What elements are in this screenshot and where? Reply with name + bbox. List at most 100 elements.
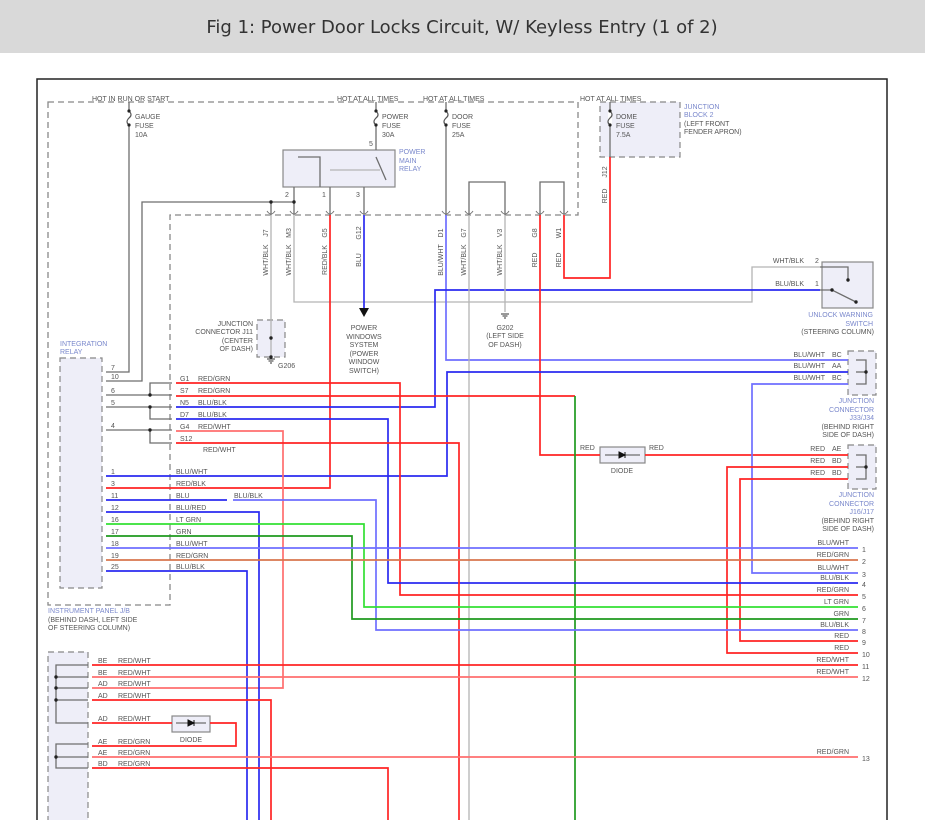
svg-text:SWITCH): SWITCH): [349, 368, 379, 375]
relay-pin-number: 18: [111, 541, 119, 548]
wire-label: RED/GRN: [118, 750, 150, 757]
wire: [106, 382, 172, 396]
svg-text:(BEHIND RIGHT: (BEHIND RIGHT: [822, 518, 875, 525]
wire-label: RED/GRN: [176, 553, 208, 560]
svg-text:JUNCTION: JUNCTION: [839, 492, 874, 499]
hot-all-times-label: HOT AT ALL TIMES: [580, 96, 642, 103]
relay-pin-number: 25: [111, 564, 119, 571]
j16-pin-labels: RED AE RED BD RED BD: [810, 446, 842, 477]
power-main-relay: [282, 149, 396, 188]
svg-text:WINDOW: WINDOW: [349, 359, 380, 366]
relay-pin-number: 1: [111, 469, 115, 476]
wire-label: RED/GRN: [118, 739, 150, 746]
junction-block-2-location: FENDER APRON): [684, 129, 742, 136]
ground-g206-label: G206: [278, 363, 295, 370]
wire-color-label: WHT/BLK: [286, 244, 293, 275]
splice-dot: [269, 355, 273, 359]
output-wire-label: RED: [834, 633, 849, 640]
wire-label: BLU/BLK: [198, 400, 227, 407]
j33-label: JUNCTION CONNECTOR J33/J34 (BEHIND RIGHT…: [822, 398, 875, 439]
fuse-terminal: [608, 109, 612, 113]
power-windows-label: POWER WINDOWS SYSTEM (POWER WINDOW SWITC…: [346, 325, 382, 375]
pin-code: M3: [286, 228, 293, 238]
wire-color-label: WHT/BLK: [461, 244, 468, 275]
junction-block-2: [599, 101, 681, 158]
svg-text:BD: BD: [832, 470, 842, 477]
j16-label: JUNCTION CONNECTOR J16/J17 (BEHIND RIGHT…: [822, 492, 875, 533]
relay-pin-number: 16: [111, 517, 119, 524]
svg-text:CONNECTOR: CONNECTOR: [829, 407, 874, 414]
relay-label: MAIN: [399, 158, 417, 165]
diode-wire-label: RED: [649, 445, 664, 452]
wire: [106, 102, 130, 373]
svg-text:WINDOWS: WINDOWS: [346, 334, 382, 341]
output-wire-label: RED/WHT: [816, 669, 849, 676]
pin-code: AD: [98, 681, 108, 688]
output-number: 12: [862, 676, 870, 683]
splice-dot: [864, 370, 868, 374]
wire-color-label: RED: [532, 253, 539, 268]
output-number: 8: [862, 629, 866, 636]
integration-relay-box: [59, 357, 103, 589]
hot-all-times-label: HOT AT ALL TIMES: [423, 96, 485, 103]
output-number: 9: [862, 640, 866, 647]
wire-label: BLU/RED: [176, 505, 206, 512]
svg-text:RED: RED: [810, 470, 825, 477]
dome-fuse-label: FUSE: [616, 123, 635, 130]
output-wire-label: BLU/WHT: [818, 540, 850, 547]
output-number: 5: [862, 594, 866, 601]
junction-block-2-label: JUNCTION: [684, 104, 719, 111]
svg-text:BLU/WHT: BLU/WHT: [794, 363, 826, 370]
power-fuse-rating: 30A: [382, 132, 395, 139]
pin-code: V3: [497, 229, 504, 238]
pin-code: G12: [356, 226, 363, 239]
output-number: 10: [862, 652, 870, 659]
pin-code: J12: [602, 166, 609, 177]
fuse-terminal: [444, 109, 448, 113]
wire-label: BLU/WHT: [176, 541, 208, 548]
ip-jb-label: INSTRUMENT PANEL J/B: [48, 608, 130, 615]
switch-pin: 2: [815, 258, 819, 265]
relay-label: POWER: [399, 149, 425, 156]
ip-jb-location: (BEHIND DASH, LEFT SIDE: [48, 617, 138, 624]
j11-label: OF DASH): [220, 346, 253, 353]
relay-pin-number: 17: [111, 529, 119, 536]
pin-code: J7: [263, 229, 270, 237]
ground-icon: [501, 313, 509, 319]
switch-pin: 1: [815, 281, 819, 288]
figure-title: Fig 1: Power Door Locks Circuit, W/ Keyl…: [206, 17, 717, 38]
wire-color-label: BLU: [356, 253, 363, 267]
svg-text:RED: RED: [810, 446, 825, 453]
wire-label: RED/WHT: [198, 424, 231, 431]
svg-text:CONNECTOR: CONNECTOR: [829, 501, 874, 508]
splice-dot: [846, 278, 850, 282]
ground-g202-label: G202 (LEFT SIDE OF DASH): [486, 325, 524, 349]
dome-fuse-rating: 7.5A: [616, 132, 631, 139]
output-number: 4: [862, 582, 866, 589]
output-wire-label: RED: [834, 645, 849, 652]
svg-text:BC: BC: [832, 352, 842, 359]
relay-pin-number: 5: [111, 400, 115, 407]
splice-dot: [148, 405, 152, 409]
output-wire-label: BLU/BLK: [820, 622, 849, 629]
power-fuse-label: POWER: [382, 114, 408, 121]
switch-wire-label: WHT/BLK: [773, 258, 804, 265]
fuse-terminal: [374, 109, 378, 113]
output-wire-label: LT GRN: [824, 599, 849, 606]
relay-pin: 5: [369, 141, 373, 148]
splice-dot: [269, 336, 273, 340]
pin-code: AE: [98, 739, 108, 746]
pin-code: G7: [461, 228, 468, 237]
splice-dot: [864, 465, 868, 469]
ip-jb-location: OF STEERING COLUMN): [48, 625, 130, 632]
relay-pin-number: 10: [111, 374, 119, 381]
pin-code: W1: [556, 228, 563, 239]
svg-text:AE: AE: [832, 446, 842, 453]
pin-code: S12: [180, 436, 193, 443]
output-wire-label: RED/GRN: [817, 749, 849, 756]
hot-all-times-label: HOT AT ALL TIMES: [337, 96, 399, 103]
pin-code: G4: [180, 424, 189, 431]
wire: [176, 382, 858, 596]
j11-label: JUNCTION: [218, 321, 253, 328]
fuse-terminal: [127, 109, 131, 113]
